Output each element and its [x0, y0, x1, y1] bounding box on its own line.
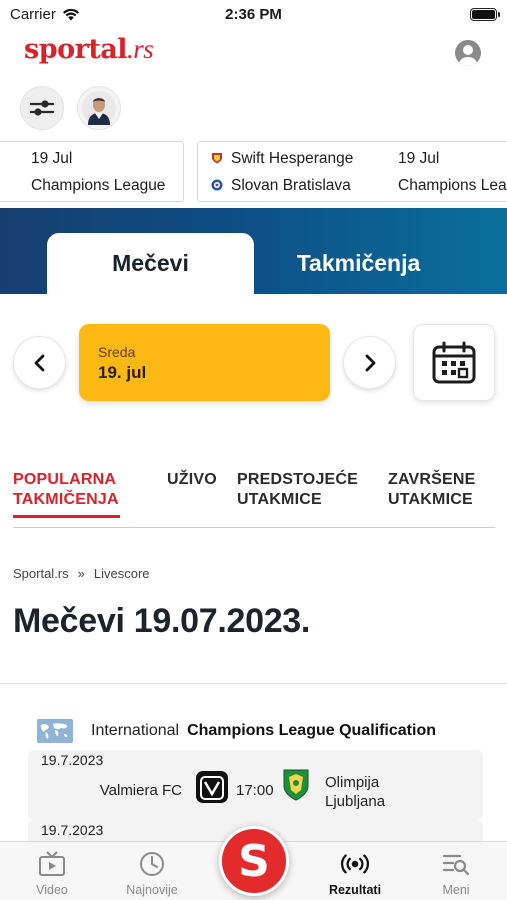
- page-title: Mečevi 19.07.2023.: [13, 602, 311, 640]
- live-broadcast-icon: [341, 850, 369, 878]
- nav-najnovije[interactable]: Najnovije: [107, 842, 197, 900]
- nav-label: Rezultati: [328, 883, 382, 897]
- menu-search-icon: [442, 850, 470, 878]
- battery-icon: [470, 8, 500, 21]
- chevron-right-icon: [365, 354, 375, 371]
- match-row[interactable]: 19.7.2023 Valmiera FC 17:00 Olimpija Lju…: [28, 750, 483, 820]
- olimpija-crest-icon: [283, 769, 309, 801]
- away-team-name: Olimpija Ljubljana: [325, 773, 385, 811]
- ticker-competition: Champions League: [398, 177, 507, 194]
- competition-country: International: [91, 722, 180, 739]
- filter-tab-zavrsene[interactable]: ZAVRŠENE UTAKMICE: [388, 470, 476, 510]
- ticker-date: 19 Jul: [31, 150, 73, 167]
- nav-meni[interactable]: Meni: [411, 842, 501, 900]
- clock-icon: [138, 850, 166, 878]
- home-team-name: Valmiera FC: [99, 782, 182, 799]
- calendar-button[interactable]: [413, 324, 495, 401]
- nav-label: Meni: [442, 883, 470, 897]
- away-team-line: Ljubljana: [325, 793, 386, 810]
- valmiera-crest-icon: [196, 771, 228, 803]
- filter-settings-button[interactable]: [20, 86, 64, 130]
- filter-tab-line: UŽIVO: [167, 471, 217, 488]
- filter-tab-line: PREDSTOJEĆE: [237, 471, 359, 488]
- calendar-icon: [432, 341, 476, 383]
- filter-tabs-divider: [13, 527, 495, 528]
- filter-tab-line: TAKMIČENJA: [13, 491, 119, 508]
- nav-label: Najnovije: [126, 883, 178, 897]
- slovan-bratislava-crest-icon: [211, 179, 223, 191]
- sportal-home-fab[interactable]: S: [219, 826, 289, 896]
- away-team-line: Olimpija: [325, 774, 380, 791]
- status-bar: Carrier 2:36 PM: [0, 0, 507, 30]
- match-date: 19.7.2023: [41, 822, 104, 838]
- sliders-icon: [29, 100, 55, 116]
- match-time: 17:00: [236, 782, 274, 799]
- ticker-competition: Champions League: [31, 177, 166, 194]
- competition-header[interactable]: International Champions League Qualifica…: [37, 718, 487, 744]
- filter-tab-predstojece[interactable]: PREDSTOJEĆE UTAKMICE: [237, 470, 358, 510]
- filter-tab-popularna[interactable]: POPULARNA TAKMIČENJA: [13, 470, 119, 510]
- clock: 2:36 PM: [225, 6, 282, 23]
- ticker-away-name: Slovan Bratislava: [231, 177, 351, 194]
- swift-hesperange-crest-icon: [212, 153, 222, 164]
- selected-date: 19. jul: [98, 363, 147, 382]
- ticker-date: 19 Jul: [398, 150, 440, 167]
- nav-label: Video: [36, 883, 68, 897]
- match-ticker[interactable]: 19 Jul Champions League Swift Hesperange…: [0, 141, 507, 203]
- active-tab-indicator: [13, 515, 120, 518]
- selected-day-name: Sreda: [98, 344, 136, 360]
- breadcrumb-current: Livescore: [93, 566, 150, 581]
- filter-tab-uzivo[interactable]: UŽIVO: [167, 470, 217, 490]
- nav-video[interactable]: Video: [7, 842, 97, 900]
- filter-tab-line: UTAKMICE: [388, 491, 473, 508]
- previous-day-button[interactable]: [13, 336, 66, 389]
- chevron-left-icon: [34, 354, 44, 371]
- filter-tab-line: UTAKMICE: [237, 491, 322, 508]
- account-icon[interactable]: [455, 40, 481, 66]
- breadcrumb: Sportal.rs » Livescore: [13, 566, 150, 581]
- player-avatar-icon: [82, 91, 116, 125]
- logo-main: sportal: [24, 34, 128, 65]
- video-tv-icon: [38, 850, 66, 878]
- breadcrumb-separator: »: [77, 566, 85, 581]
- world-map-flag-icon: [37, 719, 73, 743]
- tab-takmicenja[interactable]: Takmičenja: [256, 233, 461, 294]
- breadcrumb-home-link[interactable]: Sportal.rs: [13, 566, 69, 581]
- filter-tab-line: POPULARNA: [13, 471, 117, 488]
- favorite-player-avatar[interactable]: [77, 86, 121, 130]
- competition-name: Champions League Qualification: [187, 722, 436, 739]
- section-divider: [0, 683, 507, 684]
- ticker-home-name: Swift Hesperange: [231, 150, 354, 167]
- selected-date-card[interactable]: Sreda 19. jul: [79, 324, 330, 401]
- tab-mecevi[interactable]: Mečevi: [47, 233, 254, 294]
- ticker-home-team: Swift Hesperange: [211, 150, 353, 168]
- next-day-button[interactable]: [343, 336, 396, 389]
- ticker-card[interactable]: Swift Hesperange Slovan Bratislava 19 Ju…: [197, 141, 507, 202]
- ticker-away-team: Slovan Bratislava: [211, 177, 351, 195]
- nav-rezultati[interactable]: Rezultati: [310, 842, 400, 900]
- logo-suffix: .rs: [127, 34, 154, 64]
- match-date: 19.7.2023: [41, 752, 104, 768]
- sportal-logo[interactable]: sportal.rs: [24, 34, 154, 65]
- ticker-card[interactable]: 19 Jul Champions League: [0, 141, 184, 202]
- filter-tab-line: ZAVRŠENE: [388, 471, 476, 488]
